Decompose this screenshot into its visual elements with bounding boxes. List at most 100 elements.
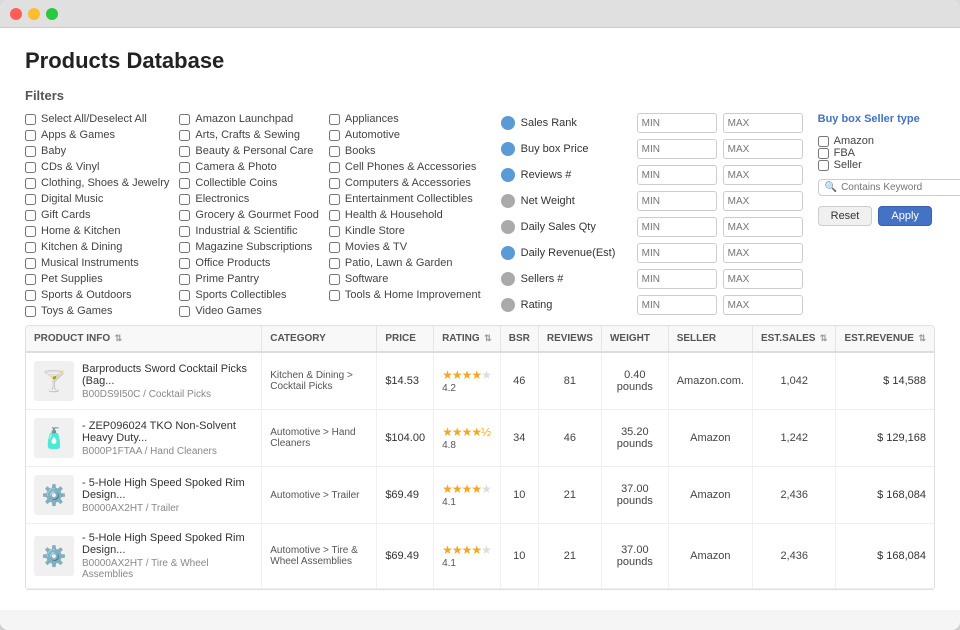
product-price: $69.49 xyxy=(377,524,434,589)
range-label: Sellers # xyxy=(521,273,631,285)
filter-checkbox[interactable] xyxy=(179,226,190,237)
filter-label: Magazine Subscriptions xyxy=(195,241,312,253)
product-cell: 🍸Barproducts Sword Cocktail Picks (Bag..… xyxy=(26,352,262,410)
filter-checkbox[interactable] xyxy=(25,226,36,237)
maximize-button[interactable] xyxy=(46,8,58,20)
seller-type-checkbox[interactable] xyxy=(818,136,829,147)
minimize-button[interactable] xyxy=(28,8,40,20)
filter-checkbox[interactable] xyxy=(25,130,36,141)
filter-checkbox[interactable] xyxy=(179,194,190,205)
reset-button[interactable]: Reset xyxy=(818,206,873,226)
range-max-input[interactable] xyxy=(723,217,803,237)
keyword-input[interactable] xyxy=(841,182,960,193)
table-header-rating[interactable]: RATING ⇅ xyxy=(434,326,501,352)
filter-checkbox[interactable] xyxy=(179,130,190,141)
range-min-input[interactable] xyxy=(637,217,717,237)
filter-checkbox[interactable] xyxy=(329,210,340,221)
product-reviews: 81 xyxy=(538,352,601,410)
filter-checkbox[interactable] xyxy=(329,258,340,269)
filter-checkbox[interactable] xyxy=(179,274,190,285)
range-min-input[interactable] xyxy=(637,295,717,315)
filter-item: Baby xyxy=(25,145,169,157)
filter-checkbox[interactable] xyxy=(329,130,340,141)
range-min-input[interactable] xyxy=(637,191,717,211)
filter-checkbox[interactable] xyxy=(25,162,36,173)
filter-checkbox[interactable] xyxy=(25,114,36,125)
range-max-input[interactable] xyxy=(723,295,803,315)
filter-label: Grocery & Gourmet Food xyxy=(195,209,319,221)
filter-checkbox[interactable] xyxy=(25,274,36,285)
filter-checkbox[interactable] xyxy=(25,306,36,317)
apply-button[interactable]: Apply xyxy=(878,206,932,226)
right-panel: Sales RankBuy box PriceReviews #Net Weig… xyxy=(491,113,960,317)
filter-label: Digital Music xyxy=(41,193,103,205)
filter-label: Prime Pantry xyxy=(195,273,259,285)
filter-checkbox[interactable] xyxy=(25,146,36,157)
filter-label: Computers & Accessories xyxy=(345,177,471,189)
table-header-est.revenue[interactable]: EST.REVENUE ⇅ xyxy=(836,326,934,352)
range-min-input[interactable] xyxy=(637,243,717,263)
filter-checkbox[interactable] xyxy=(329,114,340,125)
product-sku: B0000AX2HT / Tire & Wheel Assemblies xyxy=(82,558,253,580)
seller-type-checkbox[interactable] xyxy=(818,160,829,171)
filter-checkbox[interactable] xyxy=(329,178,340,189)
filter-checkbox[interactable] xyxy=(179,146,190,157)
filter-checkbox[interactable] xyxy=(25,210,36,221)
range-min-input[interactable] xyxy=(637,113,717,133)
filter-checkbox[interactable] xyxy=(179,178,190,189)
seller-type-item: FBA xyxy=(818,147,960,159)
filter-checkbox[interactable] xyxy=(329,290,340,301)
filter-checkbox[interactable] xyxy=(179,258,190,269)
product-image: ⚙️ xyxy=(34,475,74,515)
table-header-weight: WEIGHT xyxy=(601,326,668,352)
range-max-input[interactable] xyxy=(723,269,803,289)
seller-type-checkbox[interactable] xyxy=(818,148,829,159)
filter-checkbox[interactable] xyxy=(25,290,36,301)
filter-checkbox[interactable] xyxy=(179,290,190,301)
range-max-input[interactable] xyxy=(723,191,803,211)
product-seller: Amazon xyxy=(668,467,752,524)
range-min-input[interactable] xyxy=(637,165,717,185)
range-max-input[interactable] xyxy=(723,165,803,185)
filter-item: Digital Music xyxy=(25,193,169,205)
range-max-input[interactable] xyxy=(723,139,803,159)
filter-checkbox[interactable] xyxy=(329,146,340,157)
filter-checkbox[interactable] xyxy=(25,178,36,189)
filter-checkbox[interactable] xyxy=(329,274,340,285)
product-price: $14.53 xyxy=(377,352,434,410)
filter-checkbox[interactable] xyxy=(179,306,190,317)
range-max-input[interactable] xyxy=(723,113,803,133)
filter-checkbox[interactable] xyxy=(329,194,340,205)
filter-item: Office Products xyxy=(179,257,319,269)
filter-checkbox[interactable] xyxy=(329,162,340,173)
filter-checkbox[interactable] xyxy=(179,210,190,221)
table-header-est.sales[interactable]: EST.SALES ⇅ xyxy=(752,326,836,352)
filter-label: Entertainment Collectibles xyxy=(345,193,473,205)
range-min-input[interactable] xyxy=(637,269,717,289)
product-image: 🧴 xyxy=(34,418,74,458)
close-button[interactable] xyxy=(10,8,22,20)
product-rating: ★★★★★4.2 xyxy=(434,352,501,410)
filter-checkbox[interactable] xyxy=(329,242,340,253)
filter-checkbox[interactable] xyxy=(25,258,36,269)
filter-checkbox[interactable] xyxy=(329,226,340,237)
range-max-input[interactable] xyxy=(723,243,803,263)
product-est-sales: 1,042 xyxy=(752,352,836,410)
filter-checkbox[interactable] xyxy=(179,162,190,173)
table-header-product-info[interactable]: PRODUCT INFO ⇅ xyxy=(26,326,262,352)
range-row: Daily Revenue(Est) xyxy=(501,243,803,263)
range-icon xyxy=(501,298,515,312)
filter-checkbox[interactable] xyxy=(25,242,36,253)
filter-checkbox[interactable] xyxy=(179,242,190,253)
filter-checkbox[interactable] xyxy=(179,114,190,125)
product-sku: B000P1FTAA / Hand Cleaners xyxy=(82,446,253,457)
product-category: Automotive > Tire & Wheel Assemblies xyxy=(262,524,377,589)
range-min-input[interactable] xyxy=(637,139,717,159)
product-price: $69.49 xyxy=(377,467,434,524)
filter-label: Kitchen & Dining xyxy=(41,241,122,253)
filter-checkbox[interactable] xyxy=(25,194,36,205)
table-row: ⚙️- 5-Hole High Speed Spoked Rim Design.… xyxy=(26,467,934,524)
filter-item: Musical Instruments xyxy=(25,257,169,269)
filter-label: Gift Cards xyxy=(41,209,91,221)
filter-label: Health & Household xyxy=(345,209,443,221)
